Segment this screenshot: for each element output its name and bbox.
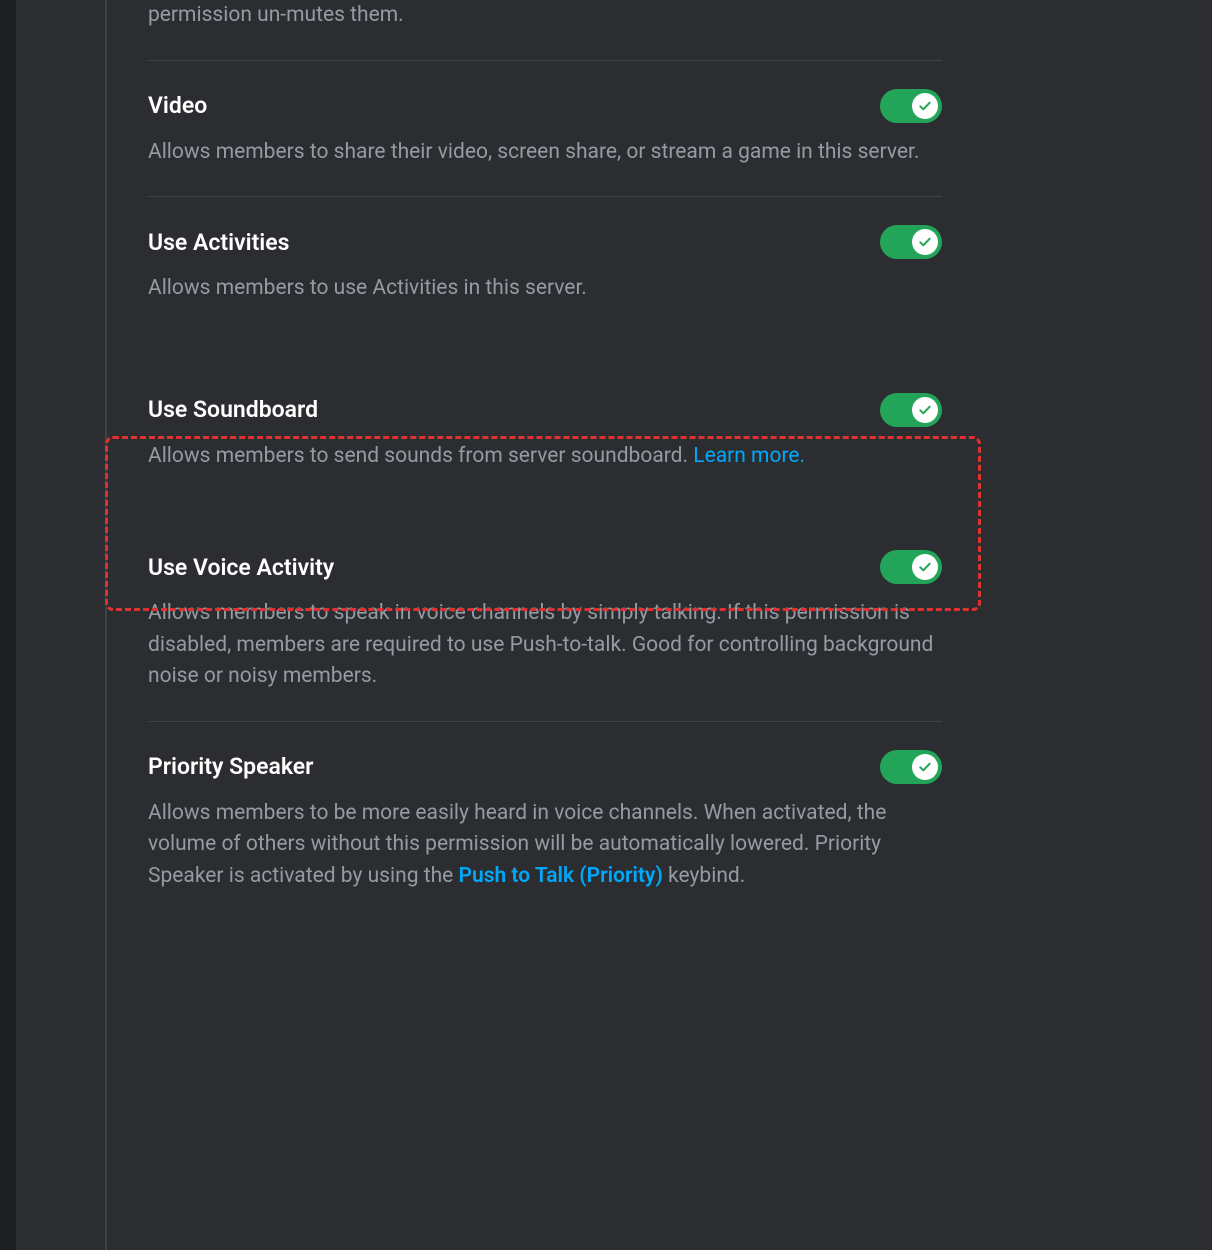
toggle-knob	[912, 754, 938, 780]
permission-header: Use Soundboard	[148, 393, 942, 427]
permission-item-voice-activity: Use Voice Activity Allows members to spe…	[148, 500, 942, 721]
permission-description: Allows members to use Activities in this…	[148, 273, 942, 305]
check-icon	[917, 402, 933, 418]
toggle-soundboard[interactable]	[880, 393, 942, 427]
toggle-voice-activity[interactable]	[880, 550, 942, 584]
permission-title: Use Activities	[148, 229, 289, 256]
permission-item-video: Video Allows members to share their vide…	[148, 60, 942, 197]
check-icon	[917, 98, 933, 114]
description-text-post: keybind.	[663, 864, 745, 888]
check-icon	[917, 234, 933, 250]
permission-header: Use Voice Activity	[148, 550, 942, 584]
toggle-activities[interactable]	[880, 225, 942, 259]
toggle-video[interactable]	[880, 89, 942, 123]
permission-description: Allows members to send sounds from serve…	[148, 441, 942, 473]
check-icon	[917, 759, 933, 775]
description-text: Allows members to send sounds from serve…	[148, 444, 693, 468]
toggle-priority-speaker[interactable]	[880, 750, 942, 784]
permission-item-soundboard: Use Soundboard Allows members to send so…	[148, 333, 942, 501]
check-icon	[917, 559, 933, 575]
permission-title: Priority Speaker	[148, 753, 313, 780]
permission-title: Use Voice Activity	[148, 554, 334, 581]
permission-title: Use Soundboard	[148, 396, 318, 423]
permission-item-priority-speaker: Priority Speaker Allows members to be mo…	[148, 721, 942, 921]
permissions-list: permission un-mutes them. Video Allows m…	[148, 0, 942, 920]
permission-header: Use Activities	[148, 225, 942, 259]
toggle-knob	[912, 554, 938, 580]
permission-header: Priority Speaker	[148, 750, 942, 784]
permission-description: Allows members to be more easily heard i…	[148, 798, 942, 893]
vertical-divider	[105, 0, 107, 1250]
permission-fragment-text: permission un-mutes them.	[148, 0, 942, 60]
toggle-knob	[912, 229, 938, 255]
permission-title: Video	[148, 92, 207, 119]
push-to-talk-link[interactable]: Push to Talk (Priority)	[459, 864, 663, 888]
learn-more-link[interactable]: Learn more.	[693, 444, 805, 468]
permission-description: Allows members to speak in voice channel…	[148, 598, 942, 693]
toggle-knob	[912, 397, 938, 423]
permission-description: Allows members to share their video, scr…	[148, 137, 942, 169]
left-sidebar-edge	[0, 0, 16, 1250]
toggle-knob	[912, 93, 938, 119]
permission-item-activities: Use Activities Allows members to use Act…	[148, 196, 942, 333]
permission-header: Video	[148, 89, 942, 123]
